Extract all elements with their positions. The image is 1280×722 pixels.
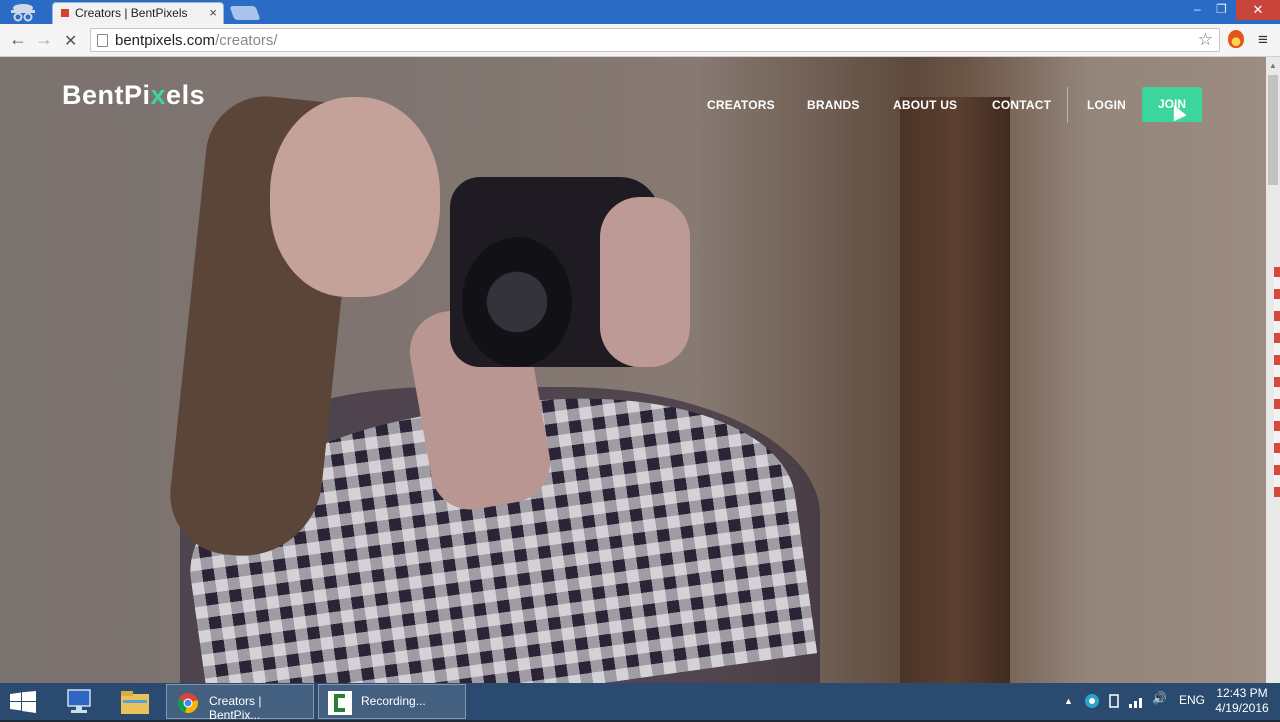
nav-about-us[interactable]: ABOUT US [893,98,957,112]
hero-camera-lens [462,237,572,367]
page-scrollbar[interactable]: ▲ [1266,57,1280,683]
taskbar-recording-window[interactable]: Recording... [318,684,466,719]
tray-app-icon[interactable] [1084,693,1100,709]
taskbar-task-label: Recording... [361,694,426,708]
hero-face [270,97,440,297]
hero-hand [600,197,690,367]
back-button[interactable]: ← [9,29,27,50]
scrollbar-thumb[interactable] [1268,75,1278,185]
nav-creators[interactable]: CREATORS [707,98,775,112]
nav-divider [1067,87,1068,123]
chrome-menu-icon[interactable]: ≡ [1258,30,1268,50]
page-icon [97,34,108,47]
new-tab-button[interactable] [229,6,261,20]
language-indicator[interactable]: ENG [1179,693,1205,707]
nav-brands[interactable]: BRANDS [807,98,860,112]
tray-device-icon[interactable] [1106,693,1122,709]
window-close-button[interactable]: ✕ [1236,0,1280,20]
page-viewport: BentPixels CREATORS BRANDS ABOUT US CONT… [0,57,1266,683]
site-logo[interactable]: BentPixels [62,80,205,111]
tab-creators[interactable]: Creators | BentPixels × [52,2,224,24]
tray-overflow-chevron[interactable]: ▲ [1064,696,1073,706]
minimize-button[interactable]: – [1194,2,1201,16]
taskbar-task-label: Creators | BentPix... [209,694,262,722]
incognito-icon [11,4,35,22]
camtasia-icon [328,691,352,715]
bookmark-star-icon[interactable]: ☆ [1198,30,1213,50]
clock-time: 12:43 PM [1216,686,1268,700]
extension-flame-icon[interactable] [1228,30,1244,48]
nav-contact[interactable]: CONTACT [992,98,1051,112]
chrome-icon [177,693,198,713]
file-explorer-icon[interactable] [113,686,157,718]
url-text[interactable]: bentpixels.com/creators/ [115,32,278,49]
forward-button[interactable]: → [35,29,53,50]
hero-door [900,97,1010,683]
volume-icon[interactable]: 🔊 [1152,691,1167,705]
clock-date: 4/19/2016 [1215,701,1269,715]
stop-button[interactable]: ✕ [64,31,77,51]
nav-login[interactable]: LOGIN [1087,98,1126,112]
tab-title: Creators | BentPixels [75,6,188,20]
browser-titlebar: Creators | BentPixels × – ❐ ✕ [0,0,1280,24]
site-favicon [61,9,69,17]
maximize-button[interactable]: ❐ [1216,2,1227,16]
network-icon[interactable] [1128,693,1146,709]
scroll-up-arrow[interactable]: ▲ [1269,61,1277,70]
windows-taskbar: Creators | BentPix... Recording... ▲ 🔊 E… [0,683,1280,722]
page-edge-decoration [1274,267,1280,497]
windows-start-icon[interactable] [10,691,36,713]
tab-close-button[interactable]: × [209,5,217,20]
taskbar-chrome-window[interactable]: Creators | BentPix... [166,684,314,722]
taskbar-clock[interactable]: 12:43 PM 4/19/2016 [1213,686,1271,716]
computer-icon[interactable] [60,686,104,718]
address-bar[interactable]: bentpixels.com/creators/ ☆ [90,28,1220,52]
browser-toolbar: ← → ✕ bentpixels.com/creators/ ☆ ≡ [0,24,1280,57]
